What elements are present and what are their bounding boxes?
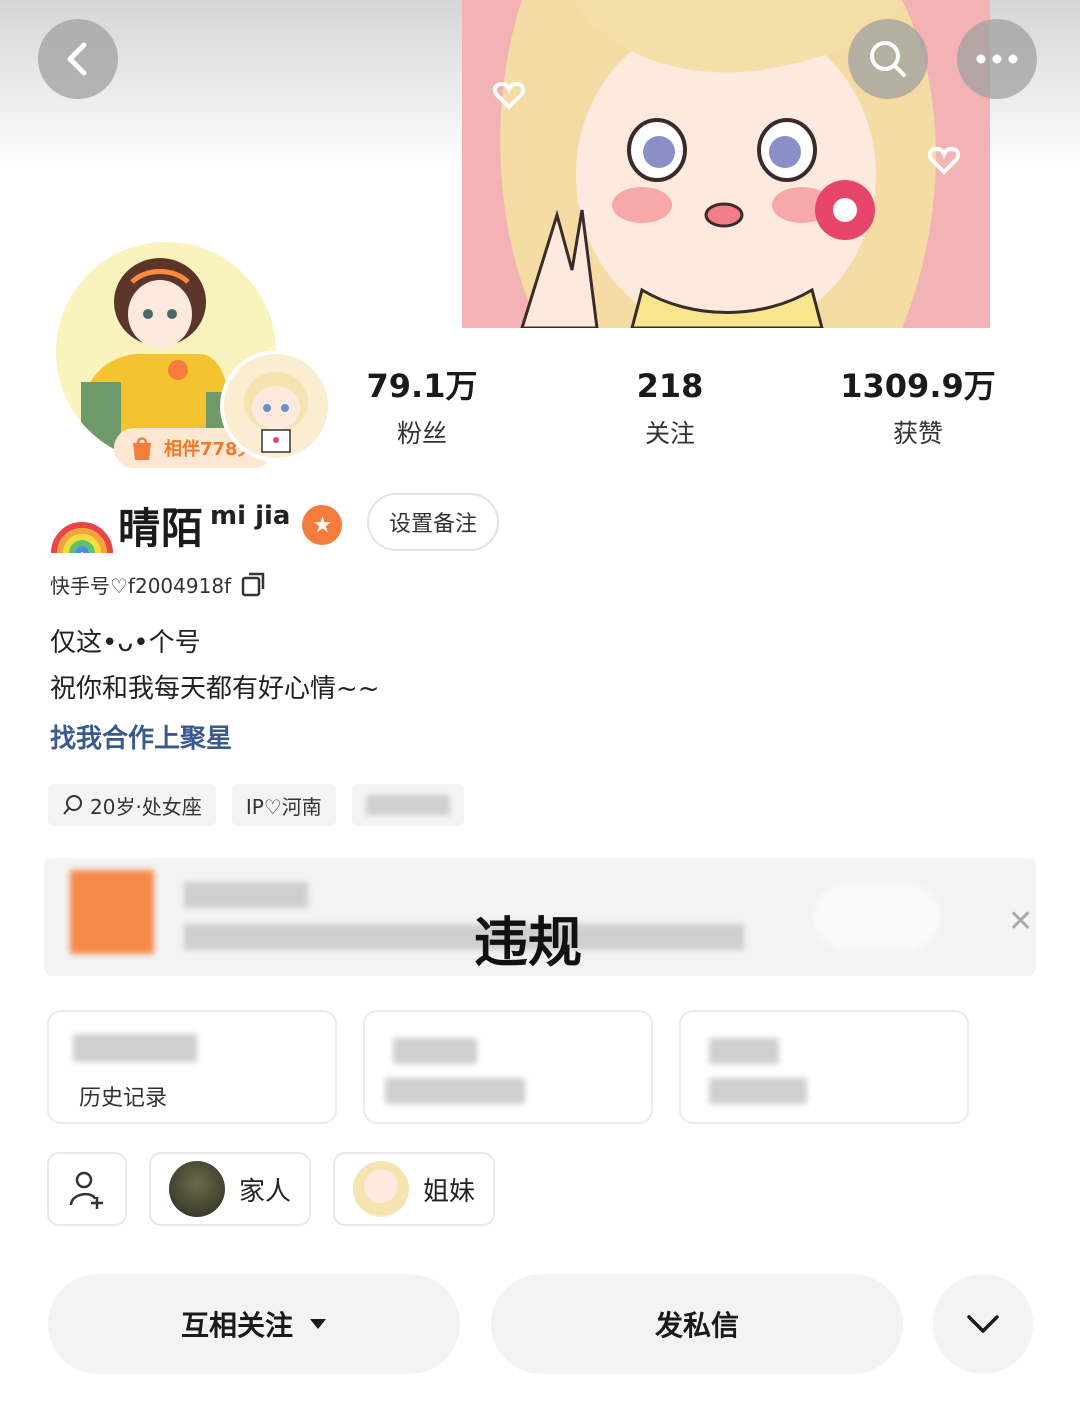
stat-fans[interactable]: 79.1万 粉丝 <box>322 364 522 450</box>
add-user-icon <box>69 1171 103 1209</box>
stat-fans-label: 粉丝 <box>396 419 447 448</box>
group-list: 家人 姐妹 <box>47 1152 496 1226</box>
send-message-button[interactable]: 发私信 <box>491 1274 903 1374</box>
chevron-left-icon <box>67 42 87 76</box>
mutual-follow-label: 互相关注 <box>180 1309 293 1342</box>
rainbow-icon <box>51 522 113 554</box>
search-icon <box>870 41 906 77</box>
blurred-text <box>385 1078 525 1104</box>
send-message-label: 发私信 <box>654 1309 739 1342</box>
blurred-text <box>184 924 744 950</box>
blurred-text <box>393 1038 477 1064</box>
copy-icon[interactable] <box>241 571 267 597</box>
more-button[interactable] <box>957 19 1037 99</box>
nickname-suffix: mi jia <box>210 501 291 531</box>
back-button[interactable] <box>38 19 118 99</box>
name-row: 晴陌 mi jia ★ <box>50 493 343 557</box>
nickname: 晴陌 <box>118 503 205 553</box>
set-remark-button[interactable]: 设置备注 <box>367 493 499 551</box>
group-sisters-label: 姐妹 <box>423 1176 476 1207</box>
notice-banner[interactable]: 违规 ✕ <box>44 858 1036 976</box>
bio: 仅这•ᴗ•个号 祝你和我每天都有好心情~~ <box>50 620 380 712</box>
notice-thumbnail <box>70 870 154 954</box>
stat-likes-label: 获赞 <box>892 419 943 448</box>
kuaishou-id-row: 快手号♡f2004918f <box>50 568 267 600</box>
group-family[interactable]: 家人 <box>149 1152 312 1226</box>
history-card[interactable]: 历史记录 <box>47 1010 337 1124</box>
history-card-label: 历史记录 <box>79 1086 168 1111</box>
cooperate-link[interactable]: 找我合作上聚星 <box>50 718 232 755</box>
kuaishou-id: 快手号♡f2004918f <box>50 573 232 598</box>
feature-cards: 历史记录 <box>47 1010 969 1124</box>
feature-card[interactable] <box>363 1010 653 1124</box>
blurred-text <box>709 1078 807 1104</box>
bio-line: 仅这•ᴗ•个号 <box>50 628 201 658</box>
stat-following-label: 关注 <box>644 419 695 448</box>
notice-title: 违规 <box>474 911 582 974</box>
blurred-text <box>73 1034 197 1062</box>
tag-ip[interactable]: IP♡河南 <box>231 784 336 826</box>
close-icon[interactable]: ✕ <box>1008 904 1033 939</box>
mini-avatar[interactable] <box>220 350 332 462</box>
stat-likes-value: 1309.9万 <box>840 367 996 405</box>
tag-list: 20岁·处女座 IP♡河南 <box>48 784 464 826</box>
feature-card[interactable] <box>679 1010 969 1124</box>
mutual-follow-button[interactable]: 互相关注 <box>48 1274 460 1374</box>
more-dots-icon <box>976 54 1018 64</box>
gift-bag-icon <box>133 437 151 460</box>
add-group-button[interactable] <box>47 1152 127 1226</box>
expand-button[interactable] <box>933 1274 1033 1374</box>
group-family-avatar <box>169 1161 225 1217</box>
stat-following[interactable]: 218 关注 <box>570 364 770 450</box>
tag-blurred[interactable] <box>351 784 464 826</box>
group-family-label: 家人 <box>239 1176 292 1207</box>
blurred-text <box>184 882 308 908</box>
blurred-text <box>709 1038 779 1064</box>
tag-ip-text: IP♡河南 <box>245 794 322 819</box>
blurred-text <box>365 795 450 815</box>
stat-following-value: 218 <box>636 367 704 405</box>
stat-fans-value: 79.1万 <box>366 367 478 405</box>
group-sisters-avatar <box>353 1161 410 1217</box>
search-icon <box>63 795 82 815</box>
notice-action-button <box>814 884 940 950</box>
chevron-down-icon <box>967 1315 999 1333</box>
stat-likes[interactable]: 1309.9万 获赞 <box>818 364 1018 450</box>
group-sisters[interactable]: 姐妹 <box>333 1152 496 1226</box>
tag-age[interactable]: 20岁·处女座 <box>48 784 216 826</box>
verified-star-icon[interactable]: ★ <box>302 505 343 545</box>
tag-age-text: 20岁·处女座 <box>90 794 202 819</box>
search-button[interactable] <box>848 19 928 99</box>
bio-line: 祝你和我每天都有好心情~~ <box>50 674 380 704</box>
dropdown-triangle-icon <box>310 1319 326 1329</box>
